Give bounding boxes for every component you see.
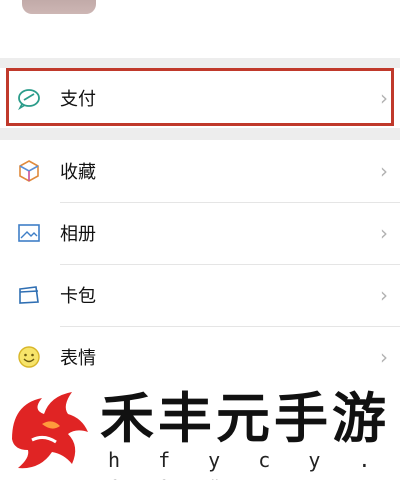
- chevron-right-icon: ›: [380, 159, 388, 183]
- menu-item-pay[interactable]: 支付 ›: [0, 68, 400, 128]
- smiley-icon: [18, 346, 40, 368]
- chevron-right-icon: ›: [380, 283, 388, 307]
- avatar[interactable]: [22, 0, 96, 14]
- chevron-right-icon: ›: [380, 86, 388, 110]
- menu-group: 收藏 › 相册 › 卡包 › 表情 ›: [0, 140, 400, 380]
- menu-item-label: 卡包: [60, 286, 96, 307]
- card-wallet-icon: [19, 286, 39, 304]
- menu-item-favorites[interactable]: 收藏 ›: [0, 140, 400, 202]
- menu-item-label: 支付: [60, 89, 96, 110]
- favorites-cube-icon: [19, 160, 39, 182]
- watermark-title: 禾丰元手游: [100, 386, 390, 450]
- menu-item-card-wallet[interactable]: 卡包 ›: [0, 264, 400, 326]
- dragon-logo-icon: [12, 392, 88, 469]
- wallet-icon: [18, 89, 40, 111]
- menu-item-stickers[interactable]: 表情 ›: [0, 326, 400, 388]
- menu-item-label: 表情: [60, 348, 96, 369]
- watermark-banner: 禾丰元手游 h f y c y . c o m: [0, 380, 400, 480]
- menu-item-album[interactable]: 相册 ›: [0, 202, 400, 264]
- menu-item-label: 收藏: [60, 162, 96, 183]
- album-picture-icon: [18, 224, 40, 242]
- chevron-right-icon: ›: [380, 221, 388, 245]
- chevron-right-icon: ›: [380, 345, 388, 369]
- menu-item-label: 相册: [60, 224, 96, 245]
- profile-card[interactable]: [0, 0, 400, 58]
- pay-group: 支付 ›: [0, 68, 400, 128]
- watermark-url: h f y c y . c o m: [108, 448, 384, 480]
